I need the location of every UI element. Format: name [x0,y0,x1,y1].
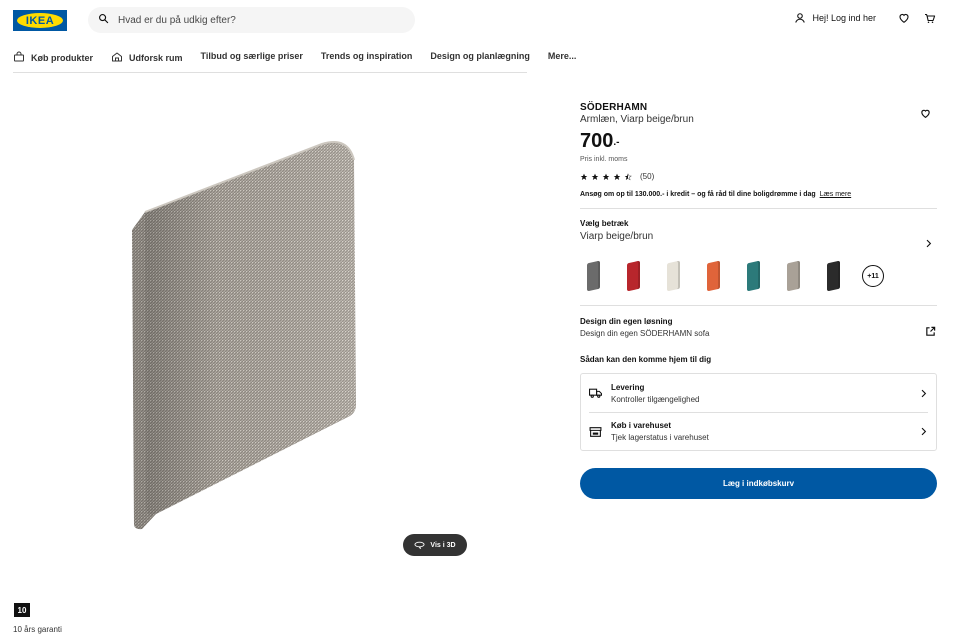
home-icon [111,51,123,65]
price-note: Pris inkl. moms [580,156,628,163]
product-image[interactable] [120,130,370,540]
store-subtitle: Tjek lagerstatus i varehuset [611,433,709,442]
add-to-cart-button[interactable]: Læg i indkøbskurv [580,468,937,499]
nav-item-label: Tilbud og særlige priser [200,51,303,61]
search-bar[interactable] [88,7,415,33]
design-your-own-link[interactable]: Design din egen løsning Design din egen … [580,317,937,338]
price-integer: 700 [580,130,614,152]
color-swatch[interactable] [580,259,607,293]
divider [580,208,937,209]
delivery-options: Levering Kontroller tilgængelighed Køb i… [580,373,937,451]
rotate-3d-icon [414,540,425,551]
product-name: SÖDERHAMN [580,102,648,113]
cover-label: Vælg betræk [580,219,629,228]
logo-text: IKEA [25,14,55,27]
more-colors-button[interactable]: +11 [862,265,884,287]
ikea-logo[interactable]: IKEA [13,10,67,31]
color-swatch[interactable] [700,259,727,293]
rating-count: (50) [640,172,655,181]
swatch-fill [707,260,720,292]
logo-oval: IKEA [17,13,63,28]
credit-text: Ansøg om op til 130.000.- i kredit – og … [580,191,816,198]
nav-item-label: Udforsk rum [129,53,183,63]
chevron-right-icon [919,427,928,436]
delivery-subtitle: Kontroller tilgængelighed [611,394,700,404]
login-link[interactable]: Hej! Log ind her [794,12,876,24]
product-price: 700 .- [580,131,937,151]
user-icon [794,12,806,24]
chevron-right-icon [919,389,928,398]
design-subtitle: Design din egen SÖDERHAMN sofa [580,329,710,338]
swatch-fill [667,260,680,292]
credit-read-more-link[interactable]: Læs mere [820,191,852,198]
store-title: Køb i varehuset [611,421,672,430]
color-swatch[interactable] [780,259,807,293]
nav-item-trends[interactable]: Trends og inspiration [321,51,413,61]
search-icon [98,11,109,29]
delivery-text: Levering Kontroller tilgængelighed [611,383,919,404]
nav-item-label: Trends og inspiration [320,51,413,61]
login-label: Hej! Log ind her [812,13,876,23]
half-star-icon [624,173,632,180]
rating[interactable]: (50) [580,172,937,181]
nav-item-label: Design og planlægning [430,51,530,61]
delivery-section-title: Sådan kan den komme hjem til dig [580,355,712,364]
swatch-fill [627,260,640,292]
star-icon [613,173,621,180]
color-swatches: +11 [580,259,937,293]
divider [580,305,937,306]
product-info-panel: SÖDERHAMN Armlæn, Viarp beige/brun 700 .… [580,102,937,499]
star-icon [580,173,588,180]
credit-offer: Ansøg om op til 130.000.- i kredit – og … [580,191,937,198]
nav-item-offers[interactable]: Tilbud og særlige priser [201,51,303,61]
star-icon [591,173,599,180]
store-option[interactable]: Køb i varehuset Tjek lagerstatus i vareh… [589,412,928,450]
search-input[interactable] [118,14,398,26]
color-swatch[interactable] [620,259,647,293]
nav-item-design-planning[interactable]: Design og planlægning [430,51,530,61]
star-icon [602,173,610,180]
main-navigation: Køb produkter Udforsk rum Tilbud og særl… [13,51,576,73]
nav-item-more[interactable]: Mere... [548,51,577,61]
store-icon [589,426,602,437]
swatch-fill [827,260,840,292]
warranty-badge: 10 [14,603,30,617]
delivery-title: Levering [611,382,645,392]
nav-item-shop-products[interactable]: Køb produkter [13,51,93,65]
swatch-fill [787,260,800,292]
color-swatch[interactable] [660,259,687,293]
swatch-fill [587,260,600,292]
external-link-icon [925,324,936,342]
product-description: Armlæn, Viarp beige/brun [580,114,694,125]
truck-icon [589,388,602,398]
wishlist-heart-icon[interactable] [898,12,910,24]
design-title: Design din egen løsning [580,317,673,326]
nav-item-explore-rooms[interactable]: Udforsk rum [111,51,183,65]
nav-item-label: Mere... [547,51,577,61]
header-actions: Hej! Log ind her [794,12,936,24]
shopping-cart-icon[interactable] [924,12,936,24]
view-in-3d-label: Vis i 3D [430,541,456,549]
chevron-right-icon [924,239,933,248]
color-swatch[interactable] [740,259,767,293]
swatch-fill [747,260,760,292]
favourite-heart-icon[interactable] [920,108,931,119]
shopping-bag-icon [13,51,25,65]
nav-item-label: Køb produkter [31,53,93,63]
cover-selector[interactable]: Vælg betræk Viarp beige/brun [580,219,937,248]
warranty-text: 10 års garanti [13,625,62,634]
color-swatch[interactable] [820,259,847,293]
price-decimal: .- [613,137,620,148]
delivery-option[interactable]: Levering Kontroller tilgængelighed [589,374,928,412]
view-in-3d-button[interactable]: Vis i 3D [403,534,467,556]
store-text: Køb i varehuset Tjek lagerstatus i vareh… [611,421,919,442]
cover-value: Viarp beige/brun [580,231,654,242]
